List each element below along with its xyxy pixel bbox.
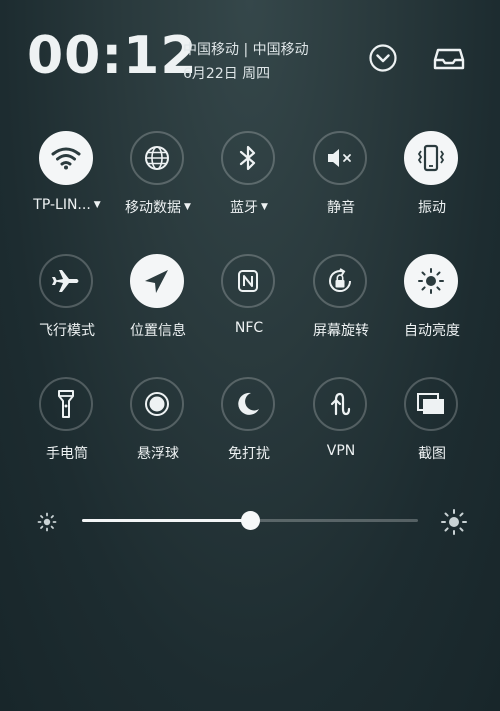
tile-button[interactable] xyxy=(313,254,367,308)
tile-label: VPN xyxy=(326,443,356,459)
floating-ball-icon xyxy=(142,389,172,419)
wifi-icon xyxy=(51,146,81,170)
tile-label: 振动 xyxy=(418,200,446,216)
tile-button[interactable] xyxy=(130,254,184,308)
tile-label: 蓝牙 xyxy=(230,200,259,216)
rotation-lock-icon xyxy=(325,266,355,296)
vibrate-icon xyxy=(415,144,447,172)
tile-label: 免打扰 xyxy=(228,446,270,462)
nfc-icon xyxy=(234,267,262,295)
dropdown-caret-icon[interactable]: ▼ xyxy=(184,202,191,212)
auto-brightness-icon xyxy=(416,266,446,296)
brightness-high-icon xyxy=(441,509,467,535)
expand-button[interactable] xyxy=(367,42,399,74)
tile-label-row: 截图 xyxy=(387,443,477,463)
tile-label: 自动亮度 xyxy=(404,323,460,339)
inbox-tray-icon xyxy=(433,48,465,70)
dropdown-caret-icon[interactable]: ▼ xyxy=(94,200,101,210)
tile-button[interactable] xyxy=(404,377,458,431)
dropdown-caret-icon[interactable]: ▼ xyxy=(261,202,268,212)
tile-label: 位置信息 xyxy=(130,323,186,339)
tile-label-row: 静音 xyxy=(296,197,386,217)
tile-auto-brightness[interactable]: 自动亮度 xyxy=(387,254,477,364)
tile-label: 悬浮球 xyxy=(137,446,179,462)
tile-label-row: 移动数据 ▼ xyxy=(113,197,203,217)
tile-floating-ball[interactable]: 悬浮球 xyxy=(113,377,203,487)
tile-label-row: 位置信息 xyxy=(113,320,203,340)
location-icon xyxy=(142,266,172,296)
tile-button[interactable] xyxy=(39,254,93,308)
tile-label-row: 飞行模式 xyxy=(22,320,112,340)
tile-button[interactable] xyxy=(39,377,93,431)
tile-vpn[interactable]: VPN xyxy=(296,377,386,487)
carrier-info: 中国移动 | 中国移动 xyxy=(183,42,309,58)
tile-screenshot[interactable]: 截图 xyxy=(387,377,477,487)
tile-moon[interactable]: 免打扰 xyxy=(204,377,294,487)
tile-nfc[interactable]: NFC xyxy=(204,254,294,364)
moon-icon xyxy=(234,390,262,418)
mute-icon xyxy=(325,145,355,171)
tile-button[interactable] xyxy=(130,377,184,431)
tile-button[interactable] xyxy=(221,254,275,308)
tile-label-row: 振动 xyxy=(387,197,477,217)
tile-label-row: 手电筒 xyxy=(22,443,112,463)
tile-button[interactable] xyxy=(313,131,367,185)
screenshot-icon xyxy=(415,390,447,418)
tile-rotation-lock[interactable]: 屏幕旋转 xyxy=(296,254,386,364)
tile-label: 手电筒 xyxy=(46,446,88,462)
brightness-track[interactable] xyxy=(82,511,418,530)
tile-label: 静音 xyxy=(327,200,355,216)
tile-label-row: TP-LIN... ▼ xyxy=(22,197,112,213)
tile-label-row: 悬浮球 xyxy=(113,443,203,463)
tile-button[interactable] xyxy=(404,131,458,185)
vpn-icon xyxy=(326,390,354,418)
brightness-thumb[interactable] xyxy=(241,511,260,530)
tile-button[interactable] xyxy=(39,131,93,185)
date: 6月22日 周四 xyxy=(183,66,271,82)
tile-button[interactable] xyxy=(404,254,458,308)
tile-button[interactable] xyxy=(221,377,275,431)
chevron-down-circle-icon xyxy=(369,44,397,72)
tile-label-row: 蓝牙 ▼ xyxy=(204,197,294,217)
tile-label-row: 免打扰 xyxy=(204,443,294,463)
tile-mute[interactable]: 静音 xyxy=(296,131,386,241)
tile-vibrate[interactable]: 振动 xyxy=(387,131,477,241)
brightness-fill xyxy=(82,519,250,522)
airplane-icon xyxy=(50,267,82,295)
tile-location[interactable]: 位置信息 xyxy=(113,254,203,364)
tile-label-row: VPN xyxy=(296,443,386,459)
tile-wifi[interactable]: TP-LIN... ▼ xyxy=(22,131,112,241)
tile-bluetooth[interactable]: 蓝牙 ▼ xyxy=(204,131,294,241)
bluetooth-icon xyxy=(237,143,259,173)
flashlight-icon xyxy=(55,388,77,420)
tile-button[interactable] xyxy=(130,131,184,185)
tile-button[interactable] xyxy=(221,131,275,185)
tile-label-row: NFC xyxy=(204,320,294,336)
tile-label-row: 屏幕旋转 xyxy=(296,320,386,340)
tile-label: NFC xyxy=(234,320,264,336)
tile-globe[interactable]: 移动数据 ▼ xyxy=(113,131,203,241)
tile-button[interactable] xyxy=(313,377,367,431)
tile-label: 截图 xyxy=(418,446,446,462)
tile-label: 飞行模式 xyxy=(39,323,95,339)
clock: 00:12 xyxy=(27,26,198,86)
tile-label: 移动数据 xyxy=(125,200,182,216)
globe-icon xyxy=(143,144,171,172)
tile-flashlight[interactable]: 手电筒 xyxy=(22,377,112,487)
notification-tray-button[interactable] xyxy=(433,42,465,74)
tile-label-row: 自动亮度 xyxy=(387,320,477,340)
tile-label: 屏幕旋转 xyxy=(313,323,369,339)
tile-airplane[interactable]: 飞行模式 xyxy=(22,254,112,364)
brightness-low-icon xyxy=(37,512,57,532)
tile-label: TP-LIN... xyxy=(33,197,91,213)
